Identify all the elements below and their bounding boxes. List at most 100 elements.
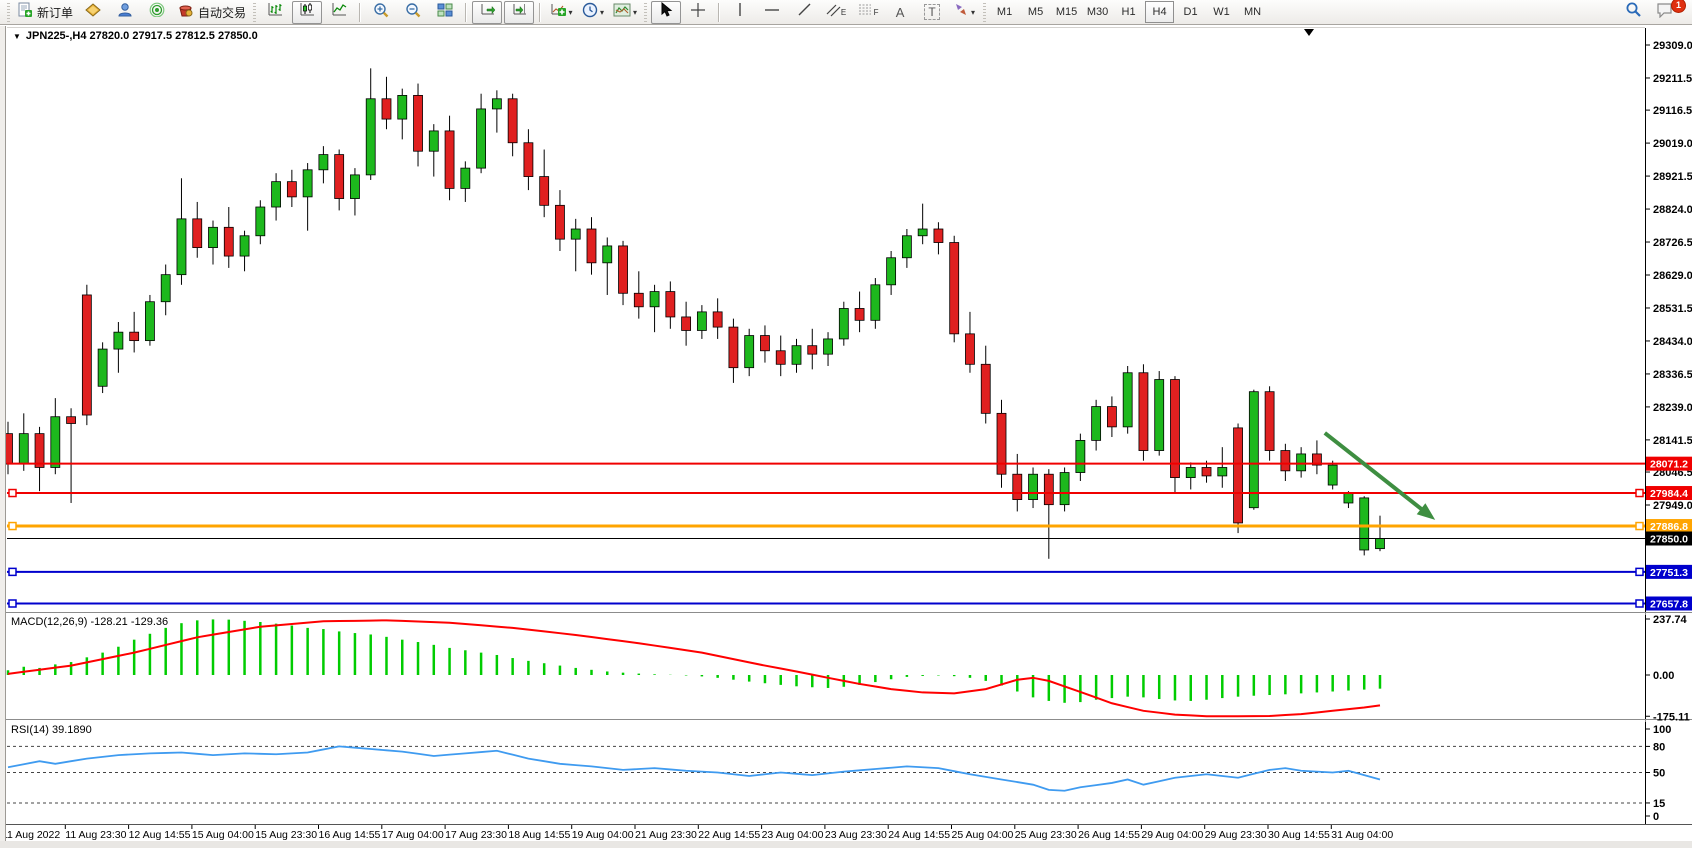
template-icon	[613, 3, 631, 22]
svg-text:11 Aug 2022: 11 Aug 2022	[2, 829, 60, 841]
svg-text:29 Aug 04:00: 29 Aug 04:00	[1141, 829, 1203, 841]
vertical-line-button[interactable]	[725, 1, 755, 24]
indicators-button[interactable]: ▾	[546, 1, 576, 24]
line-chart-button[interactable]	[324, 1, 354, 24]
price-lines: 28071.227984.427886.827850.027751.327657…	[7, 457, 1692, 611]
arrows-tool-icon	[953, 2, 969, 22]
svg-text:17 Aug 04:00: 17 Aug 04:00	[382, 829, 444, 841]
window-left-border	[0, 26, 6, 848]
svg-text:27886.8: 27886.8	[1650, 521, 1688, 533]
svg-text:80: 80	[1653, 741, 1665, 753]
cursor-button[interactable]	[651, 1, 681, 24]
auto-trading-button[interactable]: 自动交易	[174, 1, 249, 24]
text-button[interactable]: A	[885, 1, 915, 24]
templates-dropdown-arrow[interactable]: ▾	[633, 8, 637, 17]
svg-text:31 Aug 04:00: 31 Aug 04:00	[1331, 829, 1393, 841]
chart-shift-marker[interactable]	[1304, 29, 1314, 36]
svg-text:50: 50	[1653, 768, 1665, 780]
toolbar-grip[interactable]	[644, 3, 647, 22]
vertical-line-icon	[734, 2, 746, 22]
rsi-panel: 1008050150	[7, 724, 1671, 823]
profiles-button[interactable]	[78, 1, 108, 24]
price-axis: 29309.029211.529116.529019.028921.528824…	[1645, 40, 1692, 512]
window-bottom-edge	[0, 841, 1692, 848]
timeframe-m1[interactable]: M1	[990, 1, 1019, 23]
periods-dropdown-arrow[interactable]: ▾	[600, 8, 604, 17]
new-order-button[interactable]: 新订单	[14, 1, 76, 24]
main-toolbar: 新订单 自动交易	[0, 0, 1692, 25]
svg-text:25 Aug 23:30: 25 Aug 23:30	[1015, 829, 1077, 841]
tile-windows-button[interactable]	[430, 1, 460, 24]
svg-text:23 Aug 23:30: 23 Aug 23:30	[825, 829, 887, 841]
signals-button[interactable]	[142, 1, 172, 24]
timeframe-m5[interactable]: M5	[1021, 1, 1050, 23]
time-axis: 11 Aug 202211 Aug 23:3012 Aug 14:5515 Au…	[2, 825, 1393, 841]
text-tool-icon: A	[896, 5, 905, 20]
macd-indicator-label: MACD(12,26,9) -128.21 -129.36	[11, 616, 168, 628]
svg-text:25 Aug 04:00: 25 Aug 04:00	[952, 829, 1014, 841]
chart-shift-button[interactable]	[504, 1, 534, 24]
chart-canvas[interactable]: 29309.029211.529116.529019.028921.528824…	[0, 26, 1692, 848]
toolbar-grip[interactable]	[7, 3, 10, 22]
auto-scroll-button[interactable]	[472, 1, 502, 24]
timeframe-mn[interactable]: MN	[1238, 1, 1267, 23]
window-menu-icon[interactable]: ▼	[13, 32, 21, 41]
periods-button[interactable]: ▾	[578, 1, 608, 24]
svg-text:11 Aug 23:30: 11 Aug 23:30	[65, 829, 126, 841]
zoom-in-button[interactable]	[366, 1, 396, 24]
svg-text:24 Aug 14:55: 24 Aug 14:55	[888, 829, 950, 841]
timeframe-w1[interactable]: W1	[1207, 1, 1236, 23]
candlestick-chart-button[interactable]	[292, 1, 322, 24]
timeframe-m15[interactable]: M15	[1052, 1, 1081, 23]
new-order-label: 新订单	[37, 4, 73, 21]
svg-text:22 Aug 14:55: 22 Aug 14:55	[698, 829, 760, 841]
svg-text:29 Aug 23:30: 29 Aug 23:30	[1205, 829, 1267, 841]
svg-text:-175.11: -175.11	[1653, 711, 1690, 723]
svg-text:29309.0: 29309.0	[1653, 40, 1692, 52]
trend-arrow[interactable]	[1325, 433, 1435, 520]
market-watch-button[interactable]	[110, 1, 140, 24]
svg-text:16 Aug 14:55: 16 Aug 14:55	[319, 829, 381, 841]
chart-title-bar: ▼ JPN225-,H4 27820.0 27917.5 27812.5 278…	[13, 30, 258, 42]
timeframe-m30[interactable]: M30	[1083, 1, 1112, 23]
notifications-button[interactable]: 1	[1650, 1, 1680, 24]
svg-text:15 Aug 23:30: 15 Aug 23:30	[255, 829, 317, 841]
text-label-button[interactable]: T	[917, 1, 947, 24]
trendline-button[interactable]	[789, 1, 819, 24]
bar-chart-button[interactable]	[260, 1, 290, 24]
svg-text:28824.0: 28824.0	[1653, 204, 1692, 216]
auto-trading-icon	[177, 2, 194, 22]
svg-text:29211.5: 29211.5	[1653, 73, 1692, 85]
timeframe-d1[interactable]: D1	[1176, 1, 1205, 23]
horizontal-line-button[interactable]	[757, 1, 787, 24]
crosshair-button[interactable]	[683, 1, 713, 24]
line-handle	[1636, 490, 1643, 497]
bar-chart-icon	[267, 2, 284, 22]
templates-button[interactable]: ▾	[610, 1, 640, 24]
equidistant-channel-button[interactable]: E	[821, 1, 851, 24]
arrows-tool-button[interactable]: ▾	[949, 1, 979, 24]
toolbar-grip[interactable]	[253, 3, 256, 22]
toolbar-grip[interactable]	[983, 3, 986, 22]
svg-text:28336.5: 28336.5	[1653, 369, 1692, 381]
timeframe-h4[interactable]: H4	[1145, 1, 1174, 23]
line-handle	[1636, 523, 1643, 530]
zoom-in-icon	[373, 2, 389, 23]
indicators-dropdown-arrow[interactable]: ▾	[569, 8, 573, 17]
timeframe-h1[interactable]: H1	[1114, 1, 1143, 23]
svg-text:28141.5: 28141.5	[1653, 435, 1692, 447]
cursor-arrow-icon	[659, 2, 673, 22]
zoom-out-button[interactable]	[398, 1, 428, 24]
toolbar-separator	[359, 3, 361, 22]
rsi-indicator-label: RSI(14) 39.1890	[11, 724, 92, 736]
macd-panel: 237.740.00-175.11	[8, 614, 1690, 723]
svg-text:28434.0: 28434.0	[1653, 336, 1692, 348]
fibonacci-button[interactable]: F	[853, 1, 883, 24]
line-handle	[9, 523, 16, 530]
search-button[interactable]	[1618, 1, 1648, 24]
arrows-dropdown-arrow[interactable]: ▾	[971, 8, 975, 17]
svg-text:0.00: 0.00	[1653, 670, 1674, 682]
channel-icon	[826, 2, 841, 22]
svg-text:29019.0: 29019.0	[1653, 138, 1692, 150]
svg-text:19 Aug 04:00: 19 Aug 04:00	[572, 829, 634, 841]
